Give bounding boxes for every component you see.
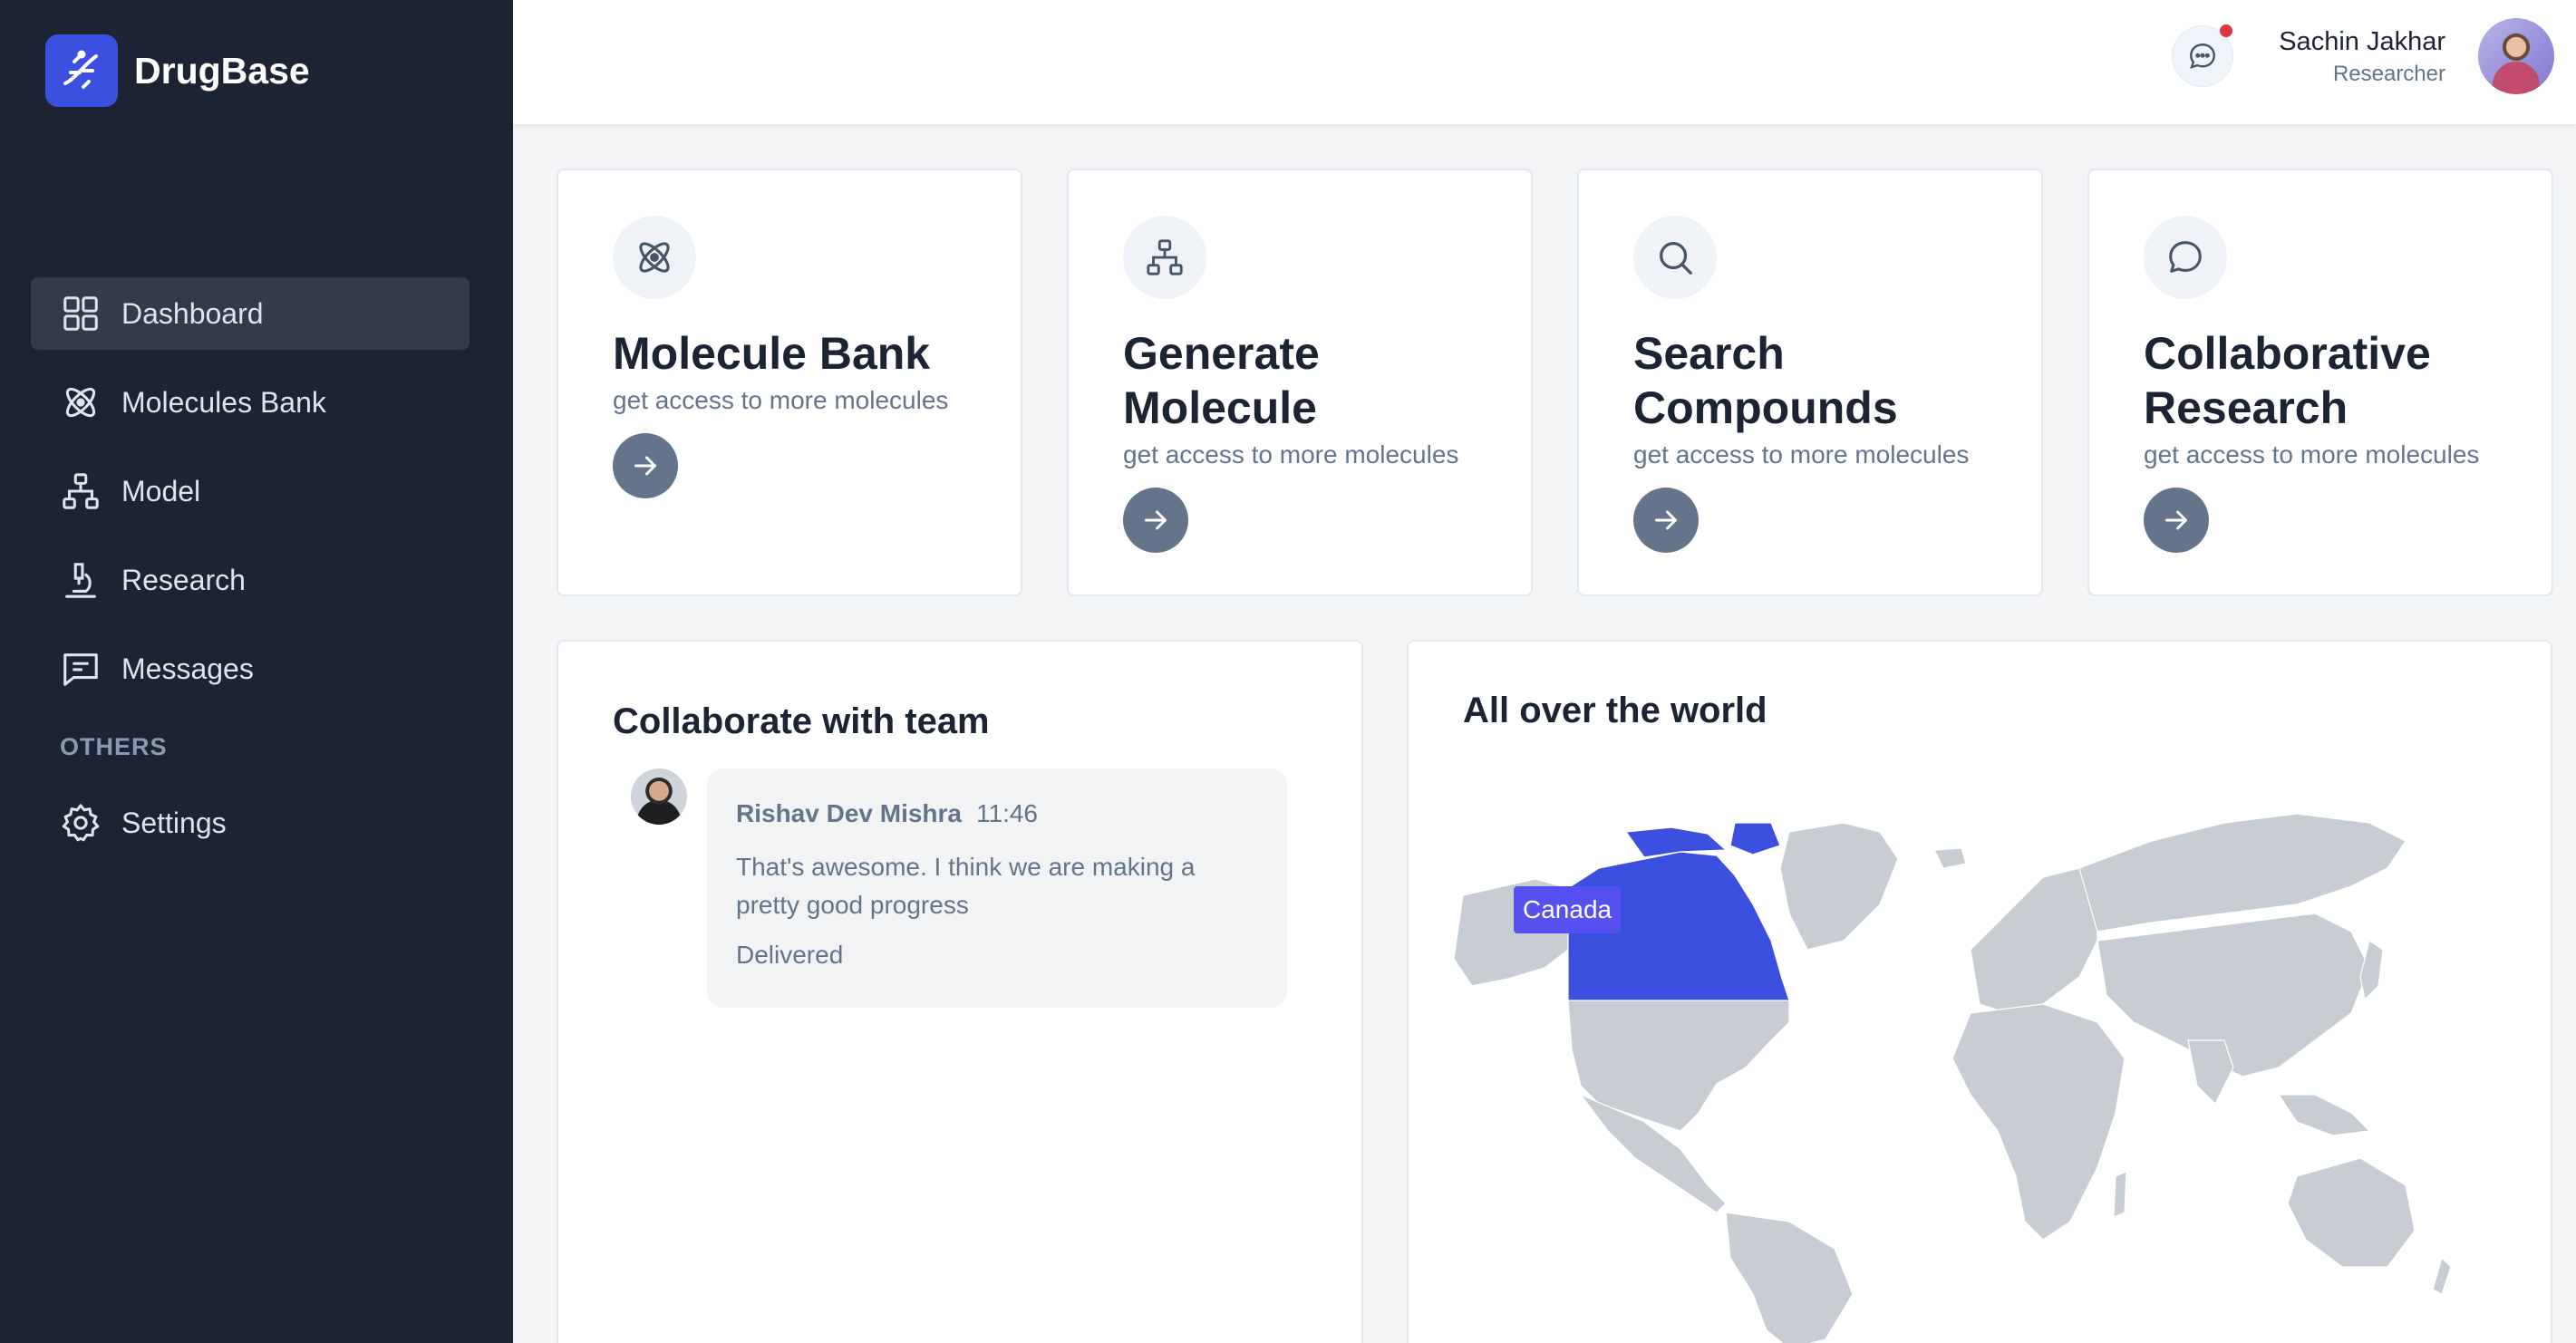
- gear-icon: [62, 804, 100, 842]
- map-region-iceland: [1933, 847, 1967, 869]
- map-region-russia: [2078, 813, 2407, 932]
- map-region-greenland: [1779, 822, 1899, 951]
- map-region-india: [2187, 1039, 2234, 1106]
- arrow-right-button[interactable]: [613, 433, 678, 498]
- card-collaborative-research[interactable]: Collaborative Research get access to mor…: [2087, 169, 2553, 596]
- map-region-africa: [1951, 1003, 2126, 1241]
- sidebar-item-label: Messages: [121, 652, 254, 685]
- user-role: Researcher: [2332, 62, 2445, 86]
- sidebar-item-label: Model: [121, 474, 201, 507]
- sidebar-item-label: Research: [121, 563, 246, 596]
- map-region-new-zealand: [2432, 1256, 2452, 1295]
- map-region-canada-arctic: [1624, 826, 1728, 858]
- message-time: 11:46: [976, 799, 1038, 827]
- card-title: Molecule Bank: [613, 328, 931, 379]
- message-status: Delivered: [736, 941, 844, 969]
- map-region-southeast-asia: [2277, 1094, 2371, 1136]
- message-text: That's awesome. I think we are making a …: [736, 853, 1196, 919]
- chat-bubble-icon: [2190, 43, 2215, 69]
- map-region-japan: [2359, 940, 2384, 1001]
- card-generate-molecule[interactable]: Generate Molecule get access to more mol…: [1067, 169, 1533, 596]
- panel-title: Collaborate with team: [613, 701, 990, 741]
- notification-dot: [2220, 24, 2232, 37]
- sidebar-item-settings[interactable]: Settings: [31, 787, 470, 859]
- logo-icon: [45, 34, 118, 107]
- arrow-right-button[interactable]: [1123, 488, 1188, 553]
- sidebar-section-others: OTHERS: [60, 733, 168, 760]
- sidebar-item-label: Settings: [121, 806, 227, 839]
- user-name[interactable]: Sachin Jakhar: [2279, 27, 2445, 57]
- sidebar-item-molecules-bank[interactable]: Molecules Bank: [31, 366, 470, 439]
- avatar[interactable]: [2476, 16, 2556, 96]
- map-region-south-america: [1725, 1212, 1854, 1343]
- message-square-icon: [63, 653, 98, 686]
- messages-button[interactable]: [2172, 24, 2233, 87]
- map-region-canada-islands: [1729, 822, 1781, 855]
- atom-icon: [613, 216, 696, 299]
- brand[interactable]: DrugBase: [45, 34, 310, 107]
- hierarchy-icon: [63, 473, 99, 509]
- top-header: Sachin Jakhar Researcher: [513, 0, 2576, 124]
- chat-message: Rishav Dev Mishra 11:46 That's awesome. …: [707, 768, 1287, 1008]
- world-map-panel: All over the world Canada: [1407, 640, 2552, 1343]
- world-map[interactable]: [1409, 642, 2554, 1343]
- card-subtitle: get access to more molecules: [2144, 440, 2480, 469]
- card-search-compounds[interactable]: Search Compounds get access to more mole…: [1577, 169, 2043, 596]
- card-title: Generate Molecule: [1123, 328, 1320, 433]
- sidebar-item-messages[interactable]: Messages: [31, 633, 470, 705]
- sidebar-item-label: Dashboard: [121, 296, 264, 330]
- arrow-right-button[interactable]: [1633, 488, 1699, 553]
- map-tooltip: Canada: [1514, 886, 1622, 933]
- map-region-asia: [2097, 913, 2370, 1077]
- card-title: Collaborative Research: [2144, 328, 2431, 433]
- card-molecule-bank[interactable]: Molecule Bank get access to more molecul…: [557, 169, 1022, 596]
- sidebar-item-research[interactable]: Research: [31, 544, 470, 616]
- sidebar-item-model[interactable]: Model: [31, 455, 470, 527]
- map-region-madagascar: [2113, 1171, 2127, 1218]
- map-region-europe: [1970, 867, 2098, 1014]
- card-subtitle: get access to more molecules: [1123, 440, 1459, 469]
- sidebar-item-label: Molecules Bank: [121, 385, 326, 419]
- microscope-icon: [65, 563, 96, 598]
- atom-icon: [65, 387, 96, 418]
- card-title: Search Compounds: [1633, 328, 1898, 433]
- map-region-australia: [2287, 1157, 2416, 1268]
- arrow-right-icon: [634, 456, 656, 476]
- sidebar: DrugBase Dashboard Molecules Bank Model …: [0, 0, 513, 1343]
- avatar[interactable]: [631, 768, 687, 825]
- chat-bubble-icon: [2144, 216, 2227, 299]
- app-name: DrugBase: [134, 49, 310, 92]
- arrow-right-button[interactable]: [2144, 488, 2209, 553]
- sidebar-nav: Dashboard Molecules Bank Model Research …: [31, 277, 470, 875]
- card-subtitle: get access to more molecules: [613, 386, 949, 414]
- search-icon: [1633, 216, 1717, 299]
- sidebar-item-dashboard[interactable]: Dashboard: [31, 277, 470, 350]
- arrow-right-icon: [1655, 510, 1677, 530]
- card-subtitle: get access to more molecules: [1633, 440, 1970, 469]
- grid-icon: [63, 296, 98, 331]
- arrow-right-icon: [1145, 510, 1167, 530]
- message-author: Rishav Dev Mishra: [736, 799, 962, 827]
- arrow-right-icon: [2165, 510, 2187, 530]
- collaborate-panel: Collaborate with team Rishav Dev Mishra …: [557, 640, 1363, 1343]
- hierarchy-icon: [1123, 216, 1206, 299]
